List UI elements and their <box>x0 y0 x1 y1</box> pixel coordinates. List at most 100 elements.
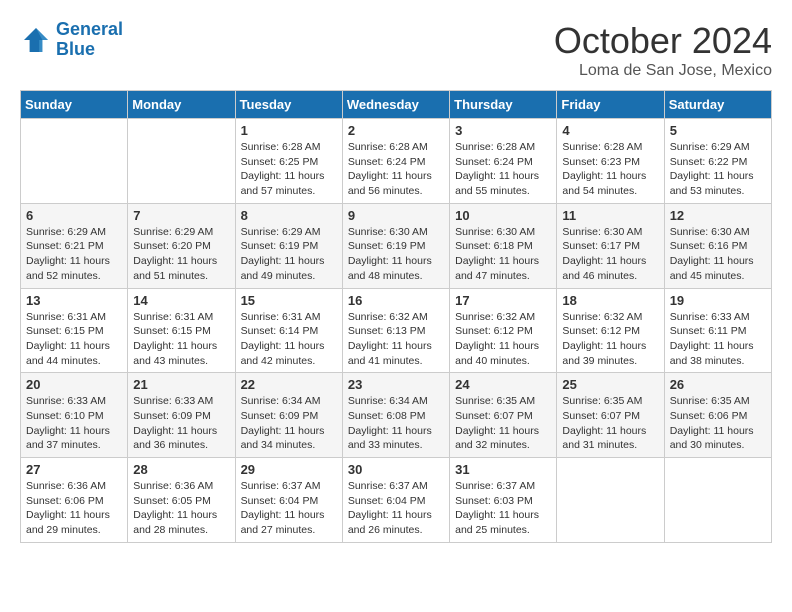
calendar-cell: 4 Sunrise: 6:28 AM Sunset: 6:23 PM Daylig… <box>557 119 664 204</box>
calendar-cell <box>21 119 128 204</box>
calendar-cell: 12Sunrise: 6:30 AM Sunset: 6:16 PM Dayli… <box>664 203 771 288</box>
day-number: 13 <box>26 293 122 308</box>
day-number: 8 <box>241 208 337 223</box>
calendar-week-row: 13 Sunrise: 6:31 AM Sunset: 6:15 PM Dayli… <box>21 288 772 373</box>
day-info: Sunrise: 6:29 AM Sunset: 6:22 PM Dayligh… <box>670 140 766 199</box>
location: Loma de San Jose, Mexico <box>554 62 772 80</box>
day-info: Sunrise: 6:32 AM Sunset: 6:12 PM Dayligh… <box>455 310 551 369</box>
day-info: Sunrise: 6:32 AM Sunset: 6:13 PM Dayligh… <box>348 310 444 369</box>
day-info: Sunrise: 6:30 AM Sunset: 6:17 PM Dayligh… <box>562 225 658 284</box>
day-number: 23 <box>348 377 444 392</box>
day-number: 4 <box>562 123 658 138</box>
calendar-cell: 16Sunrise: 6:32 AM Sunset: 6:13 PM Dayli… <box>342 288 449 373</box>
day-number: 28 <box>133 462 229 477</box>
day-info: Sunrise: 6:34 AM Sunset: 6:08 PM Dayligh… <box>348 394 444 453</box>
weekday-header-friday: Friday <box>557 91 664 119</box>
calendar-cell: 8 Sunrise: 6:29 AM Sunset: 6:19 PM Daylig… <box>235 203 342 288</box>
day-number: 17 <box>455 293 551 308</box>
weekday-header-saturday: Saturday <box>664 91 771 119</box>
page-header: General Blue October 2024 Loma de San Jo… <box>20 20 772 80</box>
day-info: Sunrise: 6:35 AM Sunset: 6:06 PM Dayligh… <box>670 394 766 453</box>
day-number: 1 <box>241 123 337 138</box>
logo-text: General Blue <box>56 20 123 60</box>
weekday-header-thursday: Thursday <box>450 91 557 119</box>
day-info: Sunrise: 6:36 AM Sunset: 6:06 PM Dayligh… <box>26 479 122 538</box>
calendar-body: 1 Sunrise: 6:28 AM Sunset: 6:25 PM Daylig… <box>21 119 772 543</box>
day-info: Sunrise: 6:28 AM Sunset: 6:23 PM Dayligh… <box>562 140 658 199</box>
calendar-cell: 23 Sunrise: 6:34 AM Sunset: 6:08 PM Dayli… <box>342 373 449 458</box>
calendar-week-row: 20 Sunrise: 6:33 AM Sunset: 6:10 PM Dayli… <box>21 373 772 458</box>
day-info: Sunrise: 6:35 AM Sunset: 6:07 PM Dayligh… <box>562 394 658 453</box>
calendar-cell: 24 Sunrise: 6:35 AM Sunset: 6:07 PM Dayli… <box>450 373 557 458</box>
weekday-header-sunday: Sunday <box>21 91 128 119</box>
calendar-cell: 21 Sunrise: 6:33 AM Sunset: 6:09 PM Dayli… <box>128 373 235 458</box>
calendar-cell: 14 Sunrise: 6:31 AM Sunset: 6:15 PM Dayli… <box>128 288 235 373</box>
day-info: Sunrise: 6:30 AM Sunset: 6:18 PM Dayligh… <box>455 225 551 284</box>
day-number: 14 <box>133 293 229 308</box>
day-number: 2 <box>348 123 444 138</box>
logo: General Blue <box>20 20 123 60</box>
day-info: Sunrise: 6:33 AM Sunset: 6:10 PM Dayligh… <box>26 394 122 453</box>
calendar-cell <box>128 119 235 204</box>
day-info: Sunrise: 6:28 AM Sunset: 6:24 PM Dayligh… <box>348 140 444 199</box>
calendar-cell: 15Sunrise: 6:31 AM Sunset: 6:14 PM Dayli… <box>235 288 342 373</box>
calendar-cell <box>557 458 664 543</box>
day-info: Sunrise: 6:37 AM Sunset: 6:03 PM Dayligh… <box>455 479 551 538</box>
calendar-cell: 22 Sunrise: 6:34 AM Sunset: 6:09 PM Dayli… <box>235 373 342 458</box>
day-number: 5 <box>670 123 766 138</box>
day-info: Sunrise: 6:31 AM Sunset: 6:15 PM Dayligh… <box>133 310 229 369</box>
day-number: 31 <box>455 462 551 477</box>
day-info: Sunrise: 6:37 AM Sunset: 6:04 PM Dayligh… <box>241 479 337 538</box>
title-block: October 2024 Loma de San Jose, Mexico <box>554 20 772 80</box>
calendar-cell: 1 Sunrise: 6:28 AM Sunset: 6:25 PM Daylig… <box>235 119 342 204</box>
day-number: 18 <box>562 293 658 308</box>
calendar-cell: 25Sunrise: 6:35 AM Sunset: 6:07 PM Dayli… <box>557 373 664 458</box>
day-number: 11 <box>562 208 658 223</box>
calendar-cell: 19Sunrise: 6:33 AM Sunset: 6:11 PM Dayli… <box>664 288 771 373</box>
calendar-cell: 28 Sunrise: 6:36 AM Sunset: 6:05 PM Dayli… <box>128 458 235 543</box>
calendar-cell: 26Sunrise: 6:35 AM Sunset: 6:06 PM Dayli… <box>664 373 771 458</box>
day-number: 21 <box>133 377 229 392</box>
calendar-cell: 18 Sunrise: 6:32 AM Sunset: 6:12 PM Dayli… <box>557 288 664 373</box>
calendar-cell: 3 Sunrise: 6:28 AM Sunset: 6:24 PM Daylig… <box>450 119 557 204</box>
month-title: October 2024 <box>554 20 772 62</box>
day-info: Sunrise: 6:29 AM Sunset: 6:21 PM Dayligh… <box>26 225 122 284</box>
day-info: Sunrise: 6:35 AM Sunset: 6:07 PM Dayligh… <box>455 394 551 453</box>
weekday-header-tuesday: Tuesday <box>235 91 342 119</box>
day-number: 7 <box>133 208 229 223</box>
day-number: 10 <box>455 208 551 223</box>
calendar-cell: 9Sunrise: 6:30 AM Sunset: 6:19 PM Daylig… <box>342 203 449 288</box>
day-info: Sunrise: 6:30 AM Sunset: 6:19 PM Dayligh… <box>348 225 444 284</box>
calendar-header: SundayMondayTuesdayWednesdayThursdayFrid… <box>21 91 772 119</box>
day-number: 22 <box>241 377 337 392</box>
calendar-cell: 5 Sunrise: 6:29 AM Sunset: 6:22 PM Daylig… <box>664 119 771 204</box>
calendar-cell: 30Sunrise: 6:37 AM Sunset: 6:04 PM Dayli… <box>342 458 449 543</box>
weekday-header-row: SundayMondayTuesdayWednesdayThursdayFrid… <box>21 91 772 119</box>
day-info: Sunrise: 6:34 AM Sunset: 6:09 PM Dayligh… <box>241 394 337 453</box>
calendar-cell: 29Sunrise: 6:37 AM Sunset: 6:04 PM Dayli… <box>235 458 342 543</box>
day-number: 15 <box>241 293 337 308</box>
logo-line2: Blue <box>56 39 95 59</box>
day-info: Sunrise: 6:28 AM Sunset: 6:25 PM Dayligh… <box>241 140 337 199</box>
day-info: Sunrise: 6:32 AM Sunset: 6:12 PM Dayligh… <box>562 310 658 369</box>
day-info: Sunrise: 6:33 AM Sunset: 6:09 PM Dayligh… <box>133 394 229 453</box>
day-number: 3 <box>455 123 551 138</box>
calendar-cell: 2 Sunrise: 6:28 AM Sunset: 6:24 PM Daylig… <box>342 119 449 204</box>
day-info: Sunrise: 6:28 AM Sunset: 6:24 PM Dayligh… <box>455 140 551 199</box>
weekday-header-wednesday: Wednesday <box>342 91 449 119</box>
calendar-cell: 6Sunrise: 6:29 AM Sunset: 6:21 PM Daylig… <box>21 203 128 288</box>
day-number: 20 <box>26 377 122 392</box>
calendar-week-row: 27 Sunrise: 6:36 AM Sunset: 6:06 PM Dayli… <box>21 458 772 543</box>
day-info: Sunrise: 6:36 AM Sunset: 6:05 PM Dayligh… <box>133 479 229 538</box>
calendar-cell <box>664 458 771 543</box>
calendar-cell: 31 Sunrise: 6:37 AM Sunset: 6:03 PM Dayli… <box>450 458 557 543</box>
day-info: Sunrise: 6:29 AM Sunset: 6:19 PM Dayligh… <box>241 225 337 284</box>
day-info: Sunrise: 6:37 AM Sunset: 6:04 PM Dayligh… <box>348 479 444 538</box>
day-number: 24 <box>455 377 551 392</box>
day-number: 27 <box>26 462 122 477</box>
day-number: 19 <box>670 293 766 308</box>
calendar-cell: 10 Sunrise: 6:30 AM Sunset: 6:18 PM Dayli… <box>450 203 557 288</box>
logo-line1: General <box>56 19 123 39</box>
calendar-table: SundayMondayTuesdayWednesdayThursdayFrid… <box>20 90 772 543</box>
calendar-cell: 13Sunrise: 6:31 AM Sunset: 6:15 PM Dayli… <box>21 288 128 373</box>
